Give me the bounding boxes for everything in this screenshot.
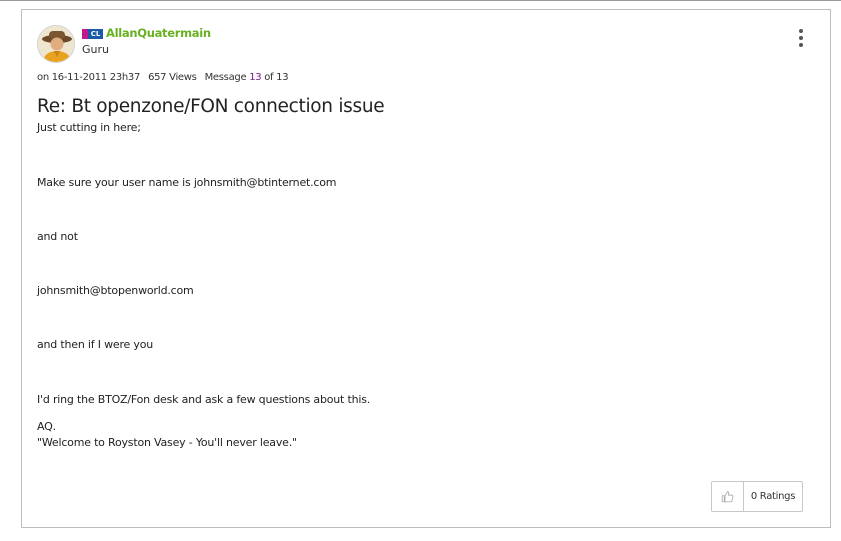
body-line: I'd ring the BTOZ/Fon desk and ask a few… bbox=[37, 393, 371, 406]
more-options-icon[interactable] bbox=[794, 27, 808, 49]
body-line: and then if I were you bbox=[37, 338, 153, 351]
rating-widget: 0 Ratings bbox=[711, 481, 803, 512]
message-label: Message bbox=[204, 72, 247, 83]
body-line: and not bbox=[37, 230, 78, 243]
menu-dot bbox=[799, 43, 803, 47]
body-line: Make sure your user name is johnsmith@bt… bbox=[37, 176, 337, 189]
message-card: CL AllanQuatermain Guru on 16-11-2011 23… bbox=[21, 9, 831, 528]
menu-dot bbox=[799, 29, 803, 33]
message-total: of 13 bbox=[264, 72, 289, 83]
post-time: 23h37 bbox=[109, 72, 141, 83]
top-divider bbox=[0, 0, 841, 1]
post-subject: Re: Bt openzone/FON connection issue bbox=[37, 96, 385, 117]
post-meta: on 16-11-2011 23h37 657 Views Message 13 o… bbox=[37, 72, 289, 83]
rating-count: 0 Ratings bbox=[750, 491, 796, 502]
view-count: 657 Views bbox=[148, 72, 197, 83]
user-avatar-icon[interactable] bbox=[37, 25, 75, 63]
message-number-link[interactable]: 13 bbox=[249, 72, 261, 83]
post-date: 16-11-2011 bbox=[51, 72, 107, 83]
body-line: johnsmith@btopenworld.com bbox=[37, 284, 194, 297]
date-prefix: on bbox=[37, 72, 49, 83]
signature-line: AQ. bbox=[37, 420, 56, 433]
badge-label: CL bbox=[88, 29, 103, 39]
author-username-link[interactable]: AllanQuatermain bbox=[106, 26, 211, 40]
thumbs-up-icon[interactable] bbox=[712, 482, 744, 511]
author-rank: Guru bbox=[82, 43, 109, 56]
rank-badge: CL bbox=[82, 29, 103, 39]
body-line: Just cutting in here; bbox=[37, 121, 141, 134]
menu-dot bbox=[799, 36, 803, 40]
signature-line: "Welcome to Royston Vasey - You'll never… bbox=[37, 436, 297, 449]
